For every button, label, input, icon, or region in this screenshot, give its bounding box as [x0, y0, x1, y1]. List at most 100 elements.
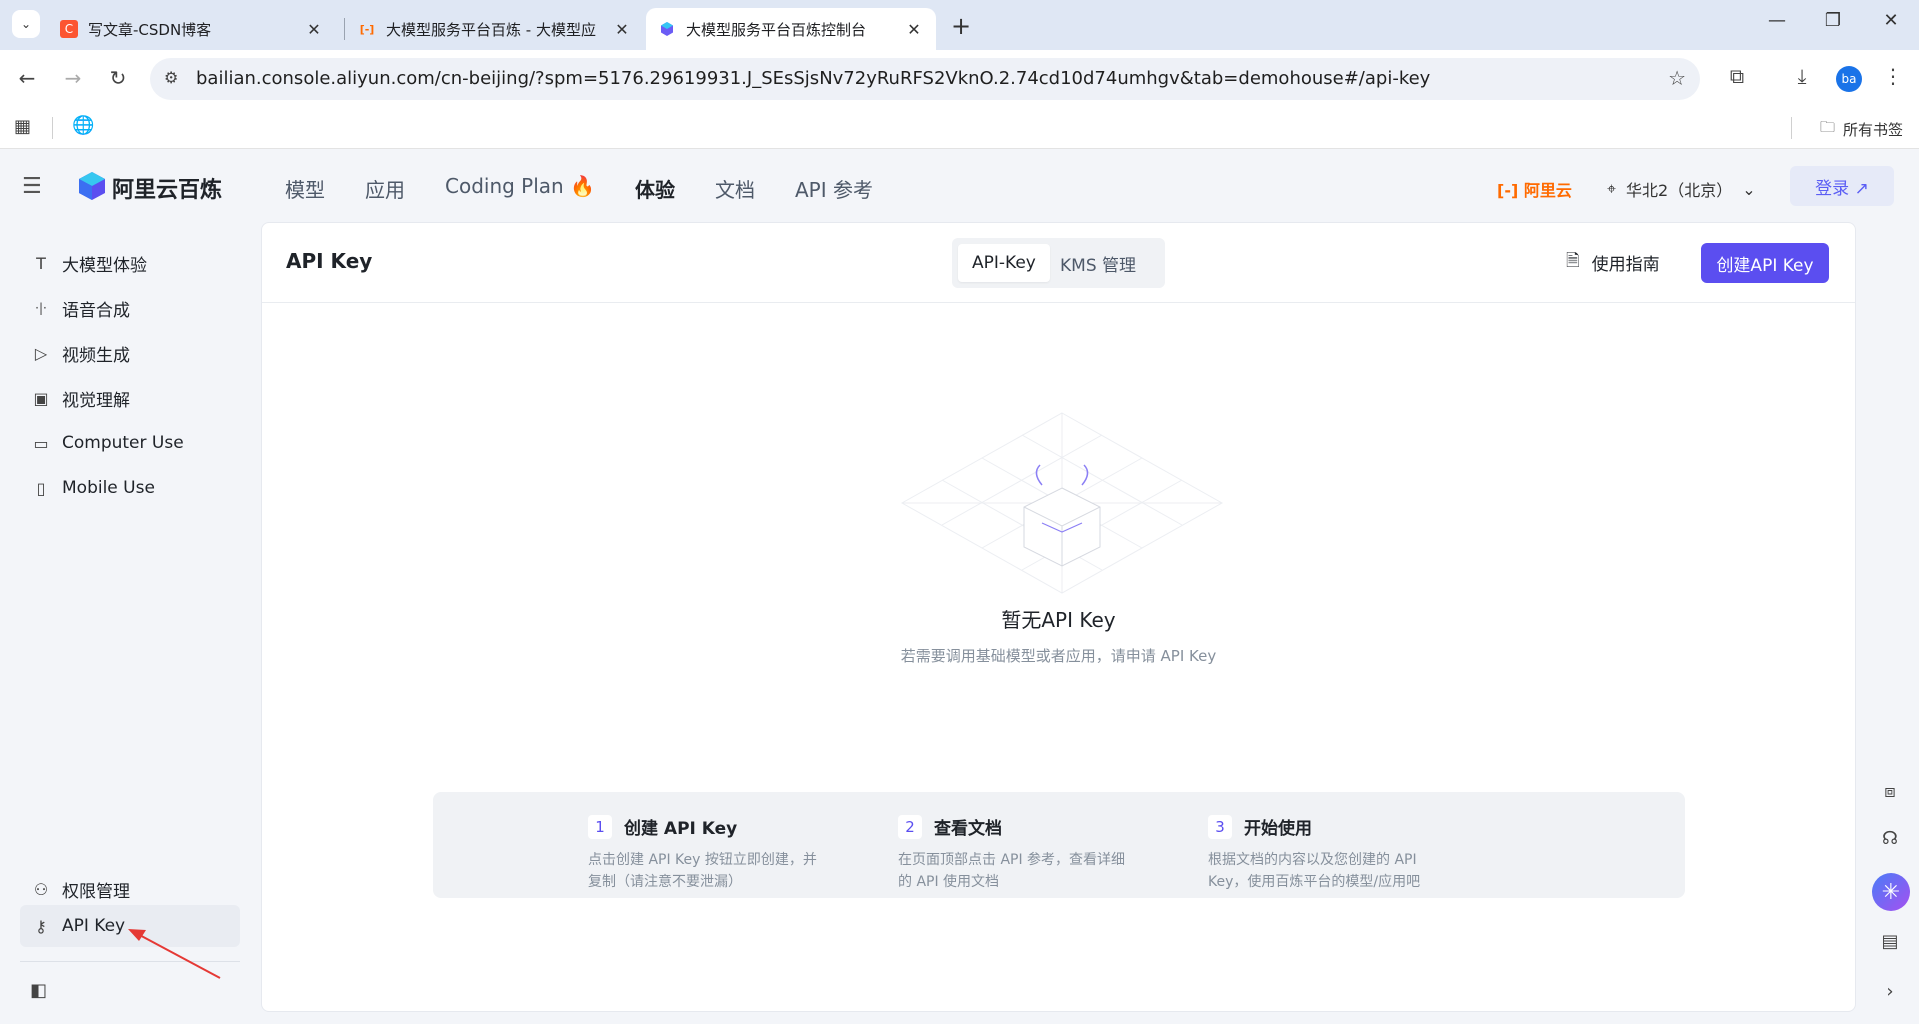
collapse-sidebar-icon[interactable]: ◧: [30, 980, 47, 1001]
step-number: 3: [1208, 814, 1232, 839]
empty-state-illustration: [900, 412, 1224, 594]
sidebar-item-label: API Key: [62, 916, 126, 936]
sidebar-item-api-key[interactable]: ⚷ API Key: [20, 905, 240, 947]
profile-avatar[interactable]: ba: [1836, 66, 1862, 92]
page-title: API Key: [286, 249, 373, 273]
tab-api-key[interactable]: API-Key: [958, 244, 1050, 282]
back-icon[interactable]: ←: [12, 63, 42, 93]
browser-tab-strip: ⌄ C 写文章-CSDN博客 ✕ [-] 大模型服务平台百炼 - 大模型应 ✕ …: [0, 0, 1919, 50]
sidebar-item-visual-understanding[interactable]: ▣ 视觉理解: [20, 377, 240, 419]
tab-divider: [344, 18, 345, 40]
create-api-key-button[interactable]: 创建API Key: [1701, 243, 1829, 283]
user-icon: ⚇: [33, 879, 49, 899]
image-icon: ▣: [33, 388, 49, 408]
browser-tab-csdn[interactable]: C 写文章-CSDN博客 ✕: [52, 8, 332, 50]
location-pin-icon: ⌖: [1607, 179, 1617, 198]
restore-icon[interactable]: ❐: [1818, 10, 1848, 31]
usage-guide-button[interactable]: 🗎 使用指南: [1566, 248, 1660, 277]
tab-close-icon[interactable]: ✕: [304, 20, 324, 39]
step-card: 2 查看文档 在页面顶部点击 API 参考，查看详细的 API 使用文档: [898, 814, 1138, 893]
browser-tab-bailian-console[interactable]: 大模型服务平台百炼控制台 ✕: [646, 8, 936, 50]
step-title: 查看文档: [934, 819, 1002, 839]
nav-apps[interactable]: 应用: [365, 174, 405, 203]
nav-coding-plan[interactable]: Coding Plan 🔥: [445, 174, 595, 203]
notes-icon[interactable]: ▤: [1875, 926, 1905, 956]
new-tab-button[interactable]: +: [948, 12, 974, 40]
download-icon[interactable]: ⤓: [1787, 64, 1817, 88]
sidebar-item-speech-synthesis[interactable]: ·|· 语音合成: [20, 287, 240, 329]
nav-experience[interactable]: 体验: [635, 174, 675, 203]
close-window-icon[interactable]: ✕: [1876, 10, 1906, 31]
assistant-sparkle-icon[interactable]: ✳: [1872, 873, 1910, 911]
getting-started-steps: 1 创建 API Key 点击创建 API Key 按钮立即创建，并复制（请注意不…: [433, 792, 1685, 898]
sidebar-item-label: 语音合成: [62, 300, 130, 321]
divider: [52, 117, 53, 139]
chevron-down-icon: ⌄: [1742, 179, 1756, 199]
tab-kms[interactable]: KMS 管理: [1046, 244, 1150, 282]
step-number: 1: [588, 814, 612, 839]
tab-title: 大模型服务平台百炼控制台: [686, 20, 867, 39]
chevron-right-icon[interactable]: ›: [1875, 976, 1905, 1006]
menu-icon[interactable]: ☰: [22, 174, 42, 199]
csdn-favicon-icon: C: [60, 20, 78, 38]
step-number: 2: [898, 814, 922, 839]
site-info-icon[interactable]: ⚙: [164, 68, 178, 87]
sidebar-item-llm-experience[interactable]: T 大模型体验: [20, 242, 240, 284]
globe-icon[interactable]: 🌐: [72, 115, 94, 136]
text-icon: T: [36, 253, 46, 273]
step-card: 1 创建 API Key 点击创建 API Key 按钮立即创建，并复制（请注意不…: [588, 814, 828, 893]
sidebar-item-mobile-use[interactable]: ▯ Mobile Use: [20, 467, 240, 509]
aliyun-link[interactable]: [-] 阿里云: [1497, 177, 1572, 201]
bailian-favicon-icon: [658, 20, 676, 38]
tab-search-button[interactable]: ⌄: [12, 10, 40, 38]
step-description: 点击创建 API Key 按钮立即创建，并复制（请注意不要泄漏）: [588, 852, 817, 890]
sidebar-item-video-generation[interactable]: ▷ 视频生成: [20, 332, 240, 374]
waveform-icon: ·|·: [35, 301, 47, 315]
divider: [20, 961, 240, 962]
main-panel: API Key API-Key KMS 管理 🗎 使用指南 创建API Key …: [261, 222, 1856, 1012]
bookmark-star-icon[interactable]: ☆: [1668, 66, 1686, 90]
forward-icon[interactable]: →: [58, 63, 88, 93]
nav-docs[interactable]: 文档: [715, 174, 755, 203]
tab-close-icon[interactable]: ✕: [904, 20, 924, 39]
folder-icon: 🗀: [1819, 118, 1835, 136]
divider: [1791, 117, 1792, 139]
empty-state-subtitle: 若需要调用基础模型或者应用，请申请 API Key: [900, 647, 1217, 665]
key-icon: ⚷: [35, 916, 47, 936]
reload-icon[interactable]: ↻: [103, 63, 133, 93]
aliyun-favicon-icon: [-]: [359, 22, 375, 36]
nav-api-reference[interactable]: API 参考: [795, 174, 873, 203]
sidebar-item-label: Computer Use: [62, 433, 184, 453]
minimize-icon[interactable]: —: [1762, 10, 1792, 31]
sidebar-item-permissions[interactable]: ⚇ 权限管理: [20, 868, 240, 910]
monitor-icon: ▭: [33, 433, 49, 453]
key-type-tabs: API-Key KMS 管理: [952, 238, 1165, 288]
sidebar-item-computer-use[interactable]: ▭ Computer Use: [20, 422, 240, 464]
headset-icon[interactable]: ☊: [1875, 823, 1905, 853]
address-bar[interactable]: ⚙ bailian.console.aliyun.com/cn-beijing/…: [150, 58, 1700, 100]
sidebar-item-label: 视觉理解: [62, 390, 130, 411]
all-bookmarks-label: 所有书签: [1842, 121, 1903, 139]
step-title: 创建 API Key: [624, 819, 738, 839]
apps-grid-icon[interactable]: ▦: [14, 116, 31, 137]
url-text[interactable]: bailian.console.aliyun.com/cn-beijing/?s…: [196, 68, 1430, 89]
region-selector[interactable]: ⌖ 华北2（北京） ⌄: [1607, 177, 1756, 201]
browser-tab-bailian-home[interactable]: [-] 大模型服务平台百炼 - 大模型应 ✕: [350, 8, 640, 50]
tab-close-icon[interactable]: ✕: [612, 20, 632, 39]
sidebar-item-label: 视频生成: [62, 345, 130, 366]
app-header: ☰ 阿里云百炼 模型 应用 Coding Plan 🔥 体验 文档 API 参考…: [0, 150, 1919, 222]
all-bookmarks-button[interactable]: 🗀 所有书签: [1820, 117, 1903, 142]
tab-title: 大模型服务平台百炼 - 大模型应: [386, 20, 596, 39]
usage-guide-label: 使用指南: [1591, 255, 1660, 275]
login-button[interactable]: 登录 ↗: [1790, 166, 1894, 206]
extensions-icon[interactable]: ⧉: [1722, 64, 1752, 88]
step-card: 3 开始使用 根据文档的内容以及您创建的 API Key，使用百炼平台的模型/应用…: [1208, 814, 1448, 893]
sidebar-item-label: 大模型体验: [62, 255, 147, 276]
browser-menu-icon[interactable]: ⋮: [1878, 64, 1908, 88]
sidebar: T 大模型体验 ·|· 语音合成 ▷ 视频生成 ▣ 视觉理解 ▭ Compute…: [0, 222, 260, 1024]
gift-icon[interactable]: ⧈: [1875, 776, 1905, 806]
step-description: 根据文档的内容以及您创建的 API Key，使用百炼平台的模型/应用吧: [1208, 852, 1421, 890]
nav-models[interactable]: 模型: [285, 174, 325, 203]
panel-header: API Key API-Key KMS 管理 🗎 使用指南 创建API Key: [262, 223, 1855, 303]
tab-title: 写文章-CSDN博客: [88, 20, 212, 39]
